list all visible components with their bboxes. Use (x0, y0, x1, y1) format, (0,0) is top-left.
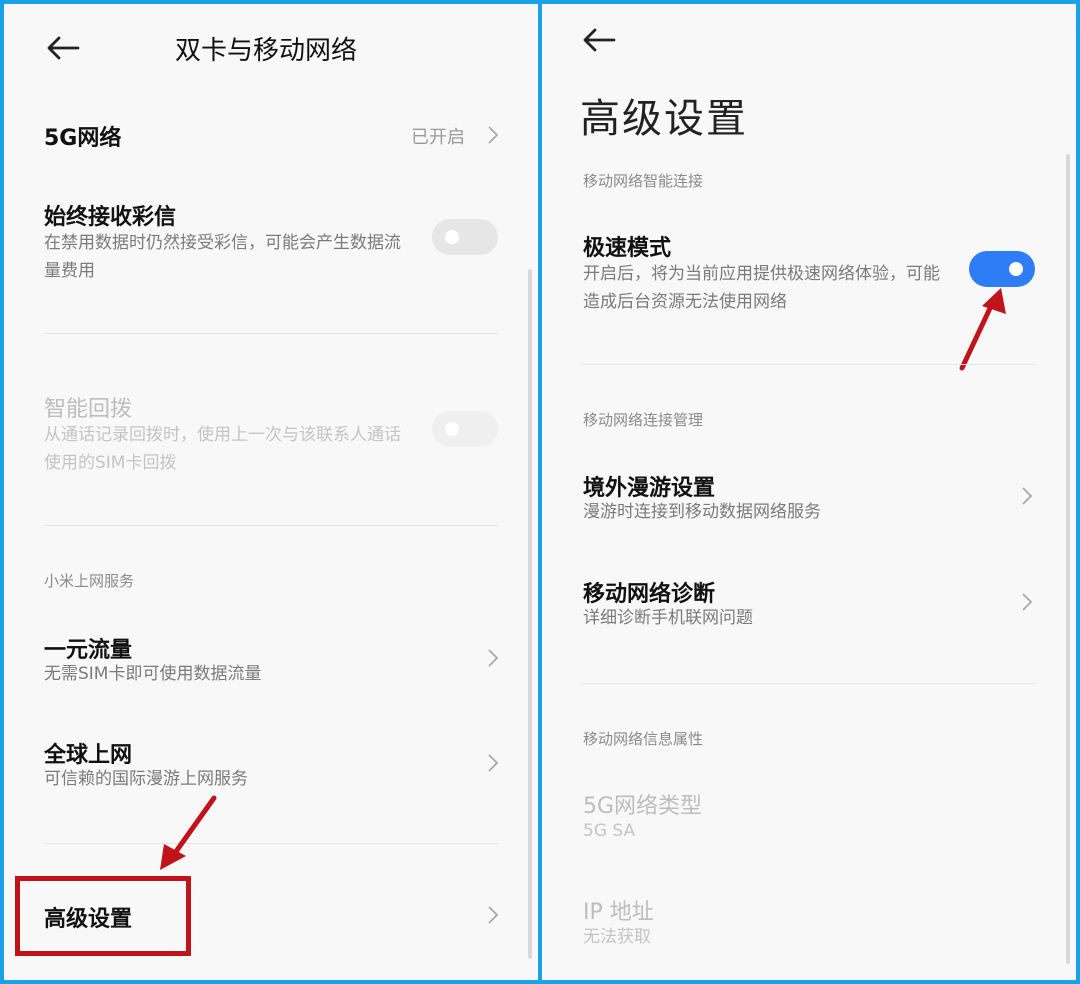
row-network-type-title: 5G网络类型 (583, 794, 703, 819)
row-roaming-subtitle: 漫游时连接到移动数据网络服务 (583, 502, 821, 522)
scrollbar[interactable] (528, 269, 532, 959)
turbo-mode-toggle[interactable] (969, 251, 1035, 287)
row-roaming-settings[interactable]: 境外漫游设置 漫游时连接到移动数据网络服务 (542, 462, 1076, 542)
divider (581, 683, 1036, 684)
back-arrow-icon[interactable] (582, 26, 618, 54)
row-turbo-mode-title: 极速模式 (583, 236, 672, 261)
scrollbar[interactable] (1066, 154, 1070, 964)
chevron-right-icon (1020, 485, 1034, 507)
screenshot-frame: 双卡与移动网络 5G网络 已开启 始终接收彩信 在禁用数据时仍然接受彩信，可能会… (0, 0, 1080, 984)
back-arrow-icon[interactable] (46, 34, 82, 62)
row-diagnosis-subtitle: 详细诊断手机联网问题 (583, 608, 753, 628)
row-5g-network-title: 5G网络 (44, 126, 122, 151)
row-5g-network-value: 已开启 (411, 127, 465, 148)
divider (44, 333, 498, 334)
left-panel-dual-sim-settings: 双卡与移动网络 5G网络 已开启 始终接收彩信 在禁用数据时仍然接受彩信，可能会… (4, 4, 538, 980)
chevron-right-icon (486, 124, 500, 146)
page-title: 双卡与移动网络 (175, 36, 358, 66)
row-network-diagnosis[interactable]: 移动网络诊断 详细诊断手机联网问题 (542, 568, 1076, 648)
row-5g-network[interactable]: 5G网络 已开启 (4, 108, 538, 164)
toggle-knob (445, 422, 459, 436)
row-turbo-mode-subtitle: 开启后，将为当前应用提供极速网络体验，可能造成后台资源无法使用网络 (583, 264, 940, 312)
annotation-arrow-icon (954, 286, 1014, 376)
divider (581, 364, 1036, 365)
toggle-knob (1009, 262, 1023, 276)
annotation-highlight-box (15, 876, 191, 956)
chevron-right-icon (1020, 591, 1034, 613)
row-mms-subtitle: 在禁用数据时仍然接受彩信，可能会产生数据流量费用 (44, 233, 401, 281)
toggle-knob (445, 230, 459, 244)
row-global-internet-subtitle: 可信赖的国际漫游上网服务 (44, 769, 248, 789)
section-label-xiaomi-services: 小米上网服务 (44, 572, 135, 590)
chevron-right-icon (486, 904, 500, 926)
divider (44, 525, 498, 526)
row-mms-title: 始终接收彩信 (44, 205, 177, 230)
row-network-type-value: 5G SA (583, 821, 636, 841)
row-global-internet[interactable]: 全球上网 可信赖的国际漫游上网服务 (4, 729, 538, 809)
right-panel-advanced-settings: 高级设置 移动网络智能连接 极速模式 开启后，将为当前应用提供极速网络体验，可能… (542, 4, 1076, 980)
mms-toggle[interactable] (432, 219, 498, 255)
row-ip-address-value: 无法获取 (583, 927, 651, 947)
chevron-right-icon (486, 647, 500, 669)
row-one-yuan-data[interactable]: 一元流量 无需SIM卡即可使用数据流量 (4, 624, 538, 704)
row-smart-redial-title: 智能回拨 (44, 397, 133, 422)
row-one-yuan-subtitle: 无需SIM卡即可使用数据流量 (44, 664, 262, 684)
row-smart-redial-subtitle: 从通话记录回拨时，使用上一次与该联系人通话使用的SIM卡回拨 (44, 425, 401, 473)
page-title: 高级设置 (580, 96, 748, 142)
section-label-connection-management: 移动网络连接管理 (583, 411, 704, 429)
smart-redial-toggle (432, 411, 498, 447)
section-label-smart-connection: 移动网络智能连接 (583, 172, 704, 190)
row-ip-address-title: IP 地址 (583, 900, 654, 925)
divider (44, 843, 498, 844)
annotation-arrow-icon (154, 792, 224, 872)
section-label-network-info: 移动网络信息属性 (583, 730, 704, 748)
chevron-right-icon (486, 752, 500, 774)
